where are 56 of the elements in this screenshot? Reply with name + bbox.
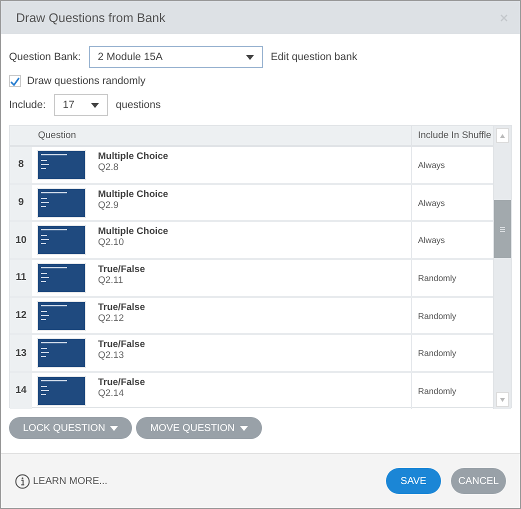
question-type: True/False bbox=[98, 302, 145, 313]
slide-thumbnail bbox=[37, 150, 86, 180]
slide-thumbnail bbox=[37, 188, 86, 218]
question-id: Q2.14 bbox=[98, 388, 125, 400]
row-number: 12 bbox=[10, 298, 32, 334]
slide-thumbnail bbox=[37, 262, 86, 293]
include-count-dropdown[interactable]: 17 bbox=[54, 94, 108, 116]
question-id: Q2.10 bbox=[98, 237, 125, 248]
checkbox[interactable] bbox=[9, 75, 21, 87]
learn-more-link[interactable]: LEARN MORE... bbox=[15, 474, 108, 488]
question-id: Q2.12 bbox=[98, 312, 125, 324]
question-id: Q2.11 bbox=[98, 275, 124, 286]
scrollbar[interactable] bbox=[493, 126, 511, 409]
shuffle-setting: Always bbox=[418, 160, 445, 170]
row-number: 13 bbox=[10, 335, 32, 372]
checkbox-label: Draw questions randomly bbox=[27, 75, 146, 87]
question-type: Multiple Choice bbox=[98, 188, 168, 200]
scroll-up-icon[interactable] bbox=[500, 134, 505, 138]
caret-icon bbox=[90, 102, 99, 108]
column-header: Question bbox=[37, 129, 78, 143]
question-type: True/False bbox=[98, 264, 145, 276]
edit-bank-link[interactable]: Edit question bank bbox=[270, 51, 358, 63]
question-type: Multiple Choice bbox=[98, 151, 168, 162]
question-id: Q2.9 bbox=[98, 200, 120, 211]
question-bank-dropdown[interactable]: 2 Module 15A bbox=[88, 46, 263, 68]
field-label: Include: bbox=[9, 99, 46, 111]
caret-icon bbox=[110, 426, 118, 430]
close-icon[interactable] bbox=[500, 14, 508, 22]
caret-icon bbox=[246, 54, 254, 60]
row-number: 8 bbox=[10, 147, 32, 183]
slide-thumbnail bbox=[37, 225, 86, 256]
shuffle-setting: Always bbox=[418, 198, 445, 208]
row-number: 14 bbox=[10, 373, 32, 409]
question-id: Q2.13 bbox=[98, 350, 125, 362]
shuffle-setting: Randomly bbox=[418, 310, 456, 321]
scroll-down-icon[interactable] bbox=[500, 398, 505, 402]
grip-icon bbox=[500, 226, 505, 232]
caret-icon bbox=[240, 426, 248, 430]
shuffle-setting: Always bbox=[418, 235, 445, 246]
slide-thumbnail bbox=[37, 300, 86, 331]
shuffle-setting: Randomly bbox=[418, 272, 456, 283]
shuffle-setting: Randomly bbox=[418, 348, 456, 358]
question-type: True/False bbox=[98, 339, 145, 350]
info-icon bbox=[15, 474, 30, 488]
row-number: 9 bbox=[10, 184, 32, 220]
window-title: Draw Questions from Bank bbox=[16, 10, 166, 24]
row-number: 11 bbox=[10, 260, 32, 296]
shuffle-setting: Randomly bbox=[418, 386, 456, 396]
save-button[interactable]: SAVE bbox=[386, 468, 441, 494]
question-type: Multiple Choice bbox=[98, 226, 168, 238]
slide-thumbnail bbox=[37, 338, 86, 368]
question-type: True/False bbox=[98, 377, 145, 388]
field-suffix: questions bbox=[116, 99, 161, 111]
question-id: Q2.8 bbox=[98, 162, 120, 173]
field-label: Question Bank: bbox=[9, 51, 81, 63]
row-number: 10 bbox=[10, 222, 32, 258]
